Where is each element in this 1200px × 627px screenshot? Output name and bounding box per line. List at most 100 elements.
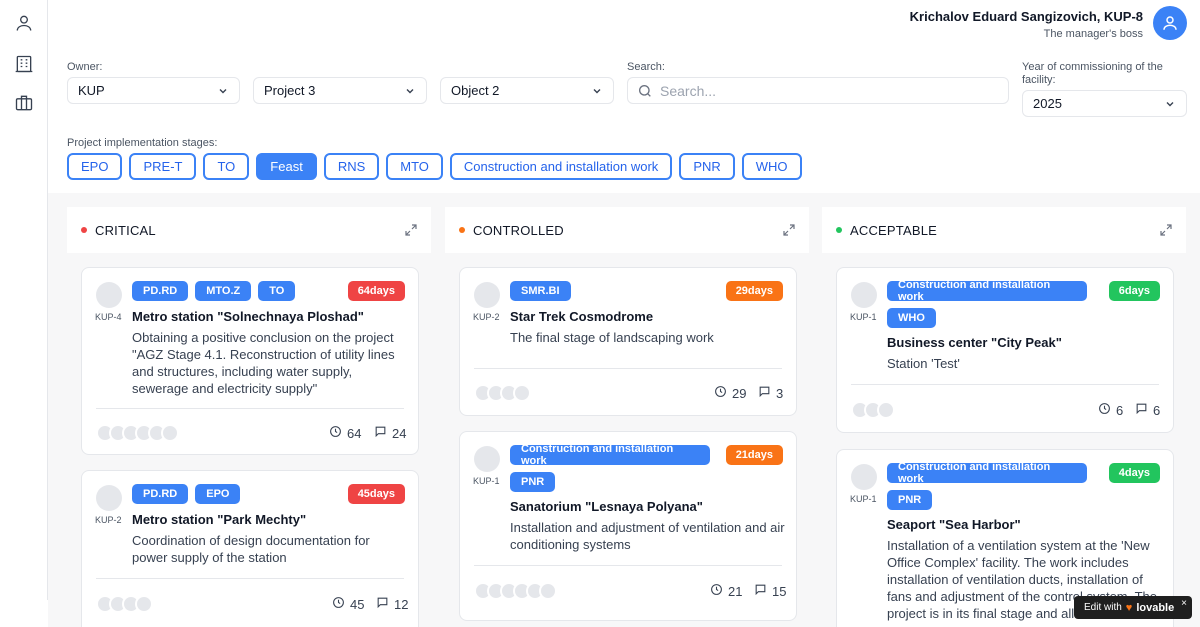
column-title: ACCEPTABLE xyxy=(850,222,938,238)
assignee-avatar xyxy=(161,424,179,442)
chevron-down-icon xyxy=(1166,101,1174,106)
stage-button-who[interactable]: WHO xyxy=(741,153,802,180)
year-value: 2025 xyxy=(1033,96,1062,111)
user-name: Krichalov Eduard Sangizovich, KUP-8 xyxy=(909,9,1143,24)
briefcase-icon[interactable] xyxy=(12,91,36,115)
owner-label: Owner: xyxy=(67,61,103,73)
comments-stat[interactable]: 24 xyxy=(374,425,406,441)
assignee-avatar xyxy=(539,582,557,600)
avatar xyxy=(96,485,122,511)
stage-filter-bar: EPO PRE-T TO Feast RNS MTO Construction and in… xyxy=(67,153,802,180)
task-card[interactable]: KUP-1 Construction and installation work W… xyxy=(836,267,1174,433)
card-code: KUP-1 xyxy=(473,476,500,486)
stage-tag: Construction and installation work xyxy=(887,461,1087,485)
assignee-avatars xyxy=(96,424,179,442)
card-title: Business center "City Peak" xyxy=(887,335,1062,350)
stage-tag: Construction and installation work xyxy=(510,443,710,467)
task-card[interactable]: KUP-2 SMR.BI 29days Star Trek Cosmodrome The… xyxy=(459,267,797,416)
card-description: The final stage of landscaping work xyxy=(510,330,714,345)
assignee-avatar xyxy=(135,595,153,613)
card-divider xyxy=(96,408,404,409)
stage-button-pre-t[interactable]: PRE-T xyxy=(129,153,197,180)
tag-list: SMR.BI xyxy=(510,281,710,301)
chevron-down-icon xyxy=(406,88,414,93)
status-dot xyxy=(81,227,87,233)
stage-button-pnr[interactable]: PNR xyxy=(679,153,735,180)
status-dot xyxy=(836,227,842,233)
time-value: 45 xyxy=(350,596,365,612)
stage-button-to[interactable]: TO xyxy=(203,153,250,180)
stage-button-rns[interactable]: RNS xyxy=(323,153,380,180)
card-title: Seaport "Sea Harbor" xyxy=(887,517,1021,532)
chevron-down-icon xyxy=(219,88,227,93)
time-value: 29 xyxy=(732,385,747,401)
comments-stat[interactable]: 6 xyxy=(1135,402,1160,418)
close-icon[interactable]: × xyxy=(1181,598,1187,609)
expand-icon[interactable] xyxy=(405,224,417,236)
lovable-prefix: Edit with xyxy=(1084,602,1122,613)
comment-icon xyxy=(374,425,387,441)
task-card[interactable]: KUP-4 PD.RD MTO.Z TO 64days Metro station "So… xyxy=(81,267,419,455)
comment-icon xyxy=(758,385,771,401)
task-card[interactable]: KUP-1 Construction and installation work P… xyxy=(459,431,797,621)
avatar xyxy=(851,282,877,308)
stage-tag: EPO xyxy=(195,484,241,504)
clock-icon xyxy=(1098,402,1111,418)
column-header: CONTROLLED xyxy=(445,207,809,253)
card-code: KUP-1 xyxy=(850,312,877,322)
edit-with-lovable-badge[interactable]: Edit with ♥ lovable × xyxy=(1074,596,1192,619)
sidebar xyxy=(0,0,48,600)
tag-list: Construction and installation work PNR xyxy=(887,461,1087,510)
comment-icon xyxy=(754,583,767,599)
stage-tag: PNR xyxy=(887,490,933,510)
tag-list: PD.RD EPO xyxy=(132,484,332,504)
expand-icon[interactable] xyxy=(1160,224,1172,236)
stage-button-mto[interactable]: MTO xyxy=(386,153,443,180)
avatar xyxy=(474,446,500,472)
card-description: Station 'Test' xyxy=(887,356,960,371)
building-icon[interactable] xyxy=(12,52,36,76)
stage-tag: PNR xyxy=(510,472,556,492)
comment-icon xyxy=(1135,402,1148,418)
object-select[interactable]: Object 2 xyxy=(440,77,614,104)
column-header: ACCEPTABLE xyxy=(822,207,1186,253)
clock-icon xyxy=(714,385,727,401)
status-dot xyxy=(459,227,465,233)
stage-button-feast[interactable]: Feast xyxy=(256,153,317,180)
comments-value: 24 xyxy=(392,425,407,441)
user-info: Krichalov Eduard Sangizovich, KUP-8 The … xyxy=(910,9,1143,40)
comments-stat[interactable]: 15 xyxy=(754,583,786,599)
task-card[interactable]: KUP-2 PD.RD EPO 45days Metro station "Park M… xyxy=(81,470,419,627)
tag-list: Construction and installation work PNR xyxy=(510,443,710,492)
stage-button-epo[interactable]: EPO xyxy=(67,153,123,180)
search-box[interactable] xyxy=(627,77,1009,104)
card-title: Star Trek Cosmodrome xyxy=(510,309,654,324)
tag-list: PD.RD MTO.Z TO xyxy=(132,281,332,301)
owner-select[interactable]: KUP xyxy=(67,77,240,104)
user-role: The manager's boss xyxy=(1043,28,1143,40)
time-stat: 29 xyxy=(714,385,746,401)
assignee-avatars xyxy=(96,595,153,613)
avatar[interactable] xyxy=(1153,6,1187,40)
assignee-avatars xyxy=(474,384,531,402)
year-select[interactable]: 2025 xyxy=(1022,90,1187,117)
card-title: Metro station "Park Mechty" xyxy=(132,512,307,527)
stage-tag: SMR.BI xyxy=(510,281,571,301)
comments-stat[interactable]: 12 xyxy=(376,596,408,612)
card-title: Sanatorium "Lesnaya Polyana" xyxy=(510,499,703,514)
object-value: Object 2 xyxy=(451,83,500,98)
assignee-avatars xyxy=(851,401,895,419)
comment-icon xyxy=(376,596,389,612)
time-stat: 45 xyxy=(332,596,364,612)
project-select[interactable]: Project 3 xyxy=(253,77,427,104)
comments-stat[interactable]: 3 xyxy=(758,385,783,401)
column-acceptable: ACCEPTABLE KUP-1 Construction and installa… xyxy=(822,207,1186,627)
time-stat: 6 xyxy=(1098,402,1123,418)
lovable-brand: lovable xyxy=(1136,601,1175,614)
days-badge: 64days xyxy=(347,281,405,301)
clock-icon xyxy=(329,425,342,441)
stage-button-construction-and-installation-work[interactable]: Construction and installation work xyxy=(449,153,673,180)
search-input[interactable] xyxy=(660,82,960,99)
user-icon[interactable] xyxy=(12,11,36,35)
expand-icon[interactable] xyxy=(783,224,795,236)
